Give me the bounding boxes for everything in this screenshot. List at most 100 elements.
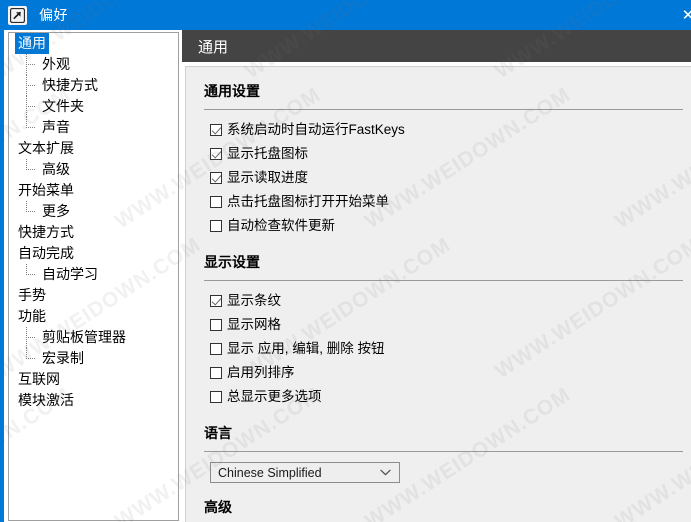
group-language: 语言 Chinese Simplified xyxy=(186,409,691,483)
group-title: 高级 xyxy=(204,499,232,515)
sidebar-item-4[interactable]: 声音 xyxy=(9,117,178,138)
checkbox-row-0[interactable]: 系统启动时自动运行FastKeys xyxy=(210,118,691,142)
sidebar-item-label: 声音 xyxy=(42,119,70,135)
sidebar-item-label: 自动完成 xyxy=(18,245,74,261)
group-body: 系统启动时自动运行FastKeys 显示托盘图标 显示读取进度点击托盘图标打开开始菜… xyxy=(186,110,691,238)
language-select[interactable]: Chinese Simplified xyxy=(210,462,400,483)
sidebar-item-17[interactable]: 模块激活 xyxy=(9,390,178,411)
checkbox-unchecked-icon[interactable] xyxy=(210,343,222,355)
checkbox-label: 显示托盘图标 xyxy=(227,146,308,162)
page-title: 通用 xyxy=(198,38,229,56)
sidebar-item-label: 外观 xyxy=(42,56,70,72)
tree-connector-horizontal xyxy=(26,358,36,359)
checkbox-label: 显示条纹 xyxy=(227,293,281,309)
checkbox-row-3[interactable]: 启用列排序 xyxy=(210,361,691,385)
checkbox-unchecked-icon[interactable] xyxy=(210,367,222,379)
checkbox-unchecked-icon[interactable] xyxy=(210,391,222,403)
pane-content: 通用设置 系统启动时自动运行FastKeys 显示托盘图标 显示读取进度点击托盘图标… xyxy=(185,66,691,522)
tree-connector-horizontal xyxy=(26,64,36,65)
checkbox-row-1[interactable]: 显示托盘图标 xyxy=(210,142,691,166)
checkbox-label: 总显示更多选项 xyxy=(227,389,322,405)
checkbox-row-2[interactable]: 显示读取进度 xyxy=(210,166,691,190)
sidebar-item-1[interactable]: 外观 xyxy=(9,54,178,75)
sidebar-item-label: 文本扩展 xyxy=(18,140,74,156)
sidebar-item-5[interactable]: 文本扩展 xyxy=(9,138,178,159)
group-general-settings: 通用设置 系统启动时自动运行FastKeys 显示托盘图标 显示读取进度点击托盘图标… xyxy=(186,67,691,238)
checkbox-row-2[interactable]: 显示 应用, 编辑, 删除 按钮 xyxy=(210,337,691,361)
checkbox-label: 启用列排序 xyxy=(227,365,295,381)
tree-connector-horizontal xyxy=(26,169,36,170)
tree-connector-horizontal xyxy=(26,211,36,212)
checkbox-row-3[interactable]: 点击托盘图标打开开始菜单 xyxy=(210,190,691,214)
detail-pane: 通用 通用设置 系统启动时自动运行FastKeys 显示托盘图标 显示读取进度点击托… xyxy=(182,30,691,522)
sidebar-item-label: 宏录制 xyxy=(42,350,84,366)
sidebar-item-label: 模块激活 xyxy=(18,392,74,408)
sidebar-item-label: 快捷方式 xyxy=(42,77,98,93)
tree-connector-horizontal xyxy=(26,85,36,86)
chevron-down-icon xyxy=(380,463,391,482)
sidebar-item-label: 通用 xyxy=(15,33,49,54)
checkbox-row-4[interactable]: 自动检查软件更新 xyxy=(210,214,691,238)
window-title: 偏好 xyxy=(39,7,68,23)
checkbox-label: 点击托盘图标打开开始菜单 xyxy=(227,194,389,210)
sidebar-item-15[interactable]: 宏录制 xyxy=(9,348,178,369)
sidebar-item-label: 互联网 xyxy=(18,371,60,387)
checkbox-checked-icon[interactable] xyxy=(210,148,222,160)
sidebar-item-0[interactable]: 通用 xyxy=(9,33,178,54)
checkbox-unchecked-icon[interactable] xyxy=(210,220,222,232)
group-divider xyxy=(204,451,683,452)
title-bar: 偏好 ✕ xyxy=(4,0,691,30)
sidebar-item-11[interactable]: 自动学习 xyxy=(9,264,178,285)
settings-tree[interactable]: 通用 外观 快捷方式 文件夹 声音 文本扩展 高级 开始菜单 更多 快捷方式 自动完成 自动学习 手势功… xyxy=(8,32,179,521)
tree-connector-horizontal xyxy=(26,106,36,107)
tree-connector-horizontal xyxy=(26,274,36,275)
checkbox-label: 显示读取进度 xyxy=(227,170,308,186)
sidebar-item-label: 快捷方式 xyxy=(18,224,74,240)
checkbox-row-0[interactable]: 显示条纹 xyxy=(210,289,691,313)
sidebar-item-13[interactable]: 功能 xyxy=(9,306,178,327)
sidebar-item-9[interactable]: 快捷方式 xyxy=(9,222,178,243)
sidebar-item-12[interactable]: 手势 xyxy=(9,285,178,306)
checkbox-checked-icon[interactable] xyxy=(210,172,222,184)
sidebar-item-label: 剪贴板管理器 xyxy=(42,329,126,345)
sidebar-item-label: 文件夹 xyxy=(42,98,84,114)
language-select-value: Chinese Simplified xyxy=(218,465,322,480)
sidebar-item-label: 更多 xyxy=(42,203,70,219)
sidebar-item-10[interactable]: 自动完成 xyxy=(9,243,178,264)
checkbox-label: 显示 应用, 编辑, 删除 按钮 xyxy=(227,341,385,357)
sidebar-item-6[interactable]: 高级 xyxy=(9,159,178,180)
sidebar-item-14[interactable]: 剪贴板管理器 xyxy=(9,327,178,348)
checkbox-unchecked-icon[interactable] xyxy=(210,319,222,331)
sidebar-item-3[interactable]: 文件夹 xyxy=(9,96,178,117)
checkbox-unchecked-icon[interactable] xyxy=(210,196,222,208)
checkbox-row-4[interactable]: 总显示更多选项 xyxy=(210,385,691,409)
preferences-window: 偏好 ✕ 通用外观快捷方式文件夹声音文本扩展高级开始菜单更多快捷方式自动完成自动… xyxy=(0,0,691,522)
group-title: 通用设置 xyxy=(204,83,260,99)
checkbox-label: 显示网格 xyxy=(227,317,281,333)
client-area: 通用 外观 快捷方式 文件夹 声音 文本扩展 高级 开始菜单 更多 快捷方式 自动完成 自动学习 手势功… xyxy=(4,30,691,522)
group-body: 显示条纹显示网格显示 应用, 编辑, 删除 按钮 启用列排序总显示更多选项 xyxy=(186,281,691,409)
checkbox-label: 自动检查软件更新 xyxy=(227,218,335,234)
group-title: 显示设置 xyxy=(204,254,260,270)
sidebar-item-16[interactable]: 互联网 xyxy=(9,369,178,390)
sidebar-item-label: 高级 xyxy=(42,161,70,177)
sidebar-item-8[interactable]: 更多 xyxy=(9,201,178,222)
sidebar-item-label: 自动学习 xyxy=(42,266,98,282)
tree-list: 通用 外观 快捷方式 文件夹 声音 文本扩展 高级 开始菜单 更多 快捷方式 自动完成 自动学习 手势功… xyxy=(9,33,178,411)
sidebar-item-label: 开始菜单 xyxy=(18,182,74,198)
checkbox-row-1[interactable]: 显示网格 xyxy=(210,313,691,337)
sidebar-item-2[interactable]: 快捷方式 xyxy=(9,75,178,96)
sidebar-item-label: 手势 xyxy=(18,287,46,303)
pane-header: 通用 xyxy=(182,30,691,62)
tree-connector-horizontal xyxy=(26,337,36,338)
checkbox-checked-icon[interactable] xyxy=(210,295,222,307)
checkbox-checked-icon[interactable] xyxy=(210,124,222,136)
group-title: 语言 xyxy=(204,425,232,441)
group-display-settings: 显示设置 显示条纹显示网格显示 应用, 编辑, 删除 按钮 启用列排序总显示更多选… xyxy=(186,238,691,409)
group-advanced: 高级 优化内存 xyxy=(186,483,691,522)
close-icon[interactable]: ✕ xyxy=(673,0,691,30)
sidebar-item-7[interactable]: 开始菜单 xyxy=(9,180,178,201)
shortcut-arrow-icon xyxy=(8,5,27,25)
checkbox-label: 系统启动时自动运行FastKeys xyxy=(227,122,405,138)
sidebar-item-label: 功能 xyxy=(18,308,46,324)
